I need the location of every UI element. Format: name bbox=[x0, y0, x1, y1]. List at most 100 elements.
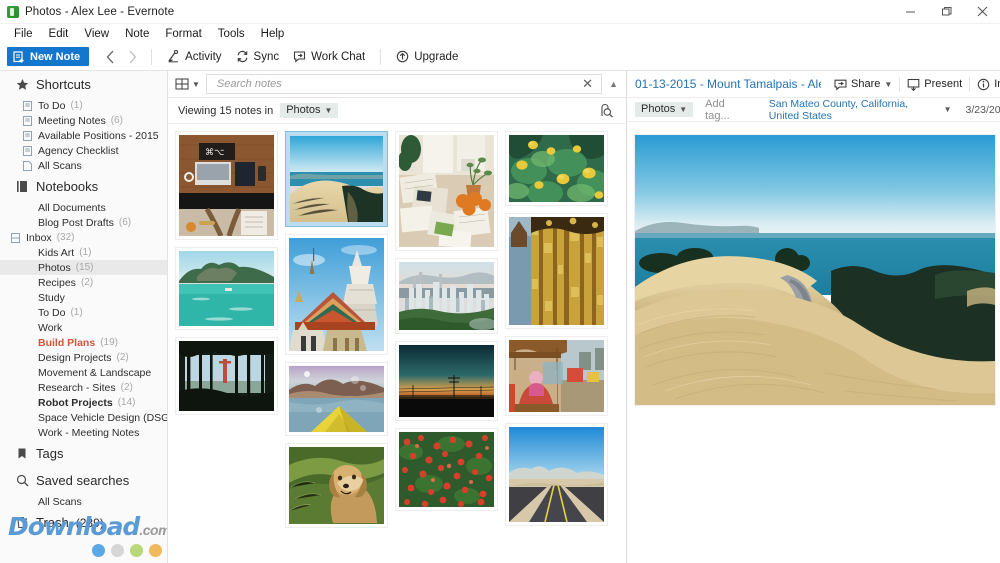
note-photo-mount-tamalpais[interactable] bbox=[635, 135, 995, 405]
sidebar-notebook-robot-projects[interactable]: Robot Projects (14) bbox=[0, 395, 167, 410]
work-chat-button[interactable]: Work Chat bbox=[286, 46, 372, 68]
new-note-label: New Note bbox=[30, 51, 80, 63]
thumbnail-grid-scroll[interactable]: ⌘⌥ bbox=[168, 124, 626, 563]
menu-help[interactable]: Help bbox=[253, 25, 293, 43]
sidebar-shortcut-label: Meeting Notes bbox=[38, 115, 106, 127]
note-thumbnail-red-flowers-field[interactable] bbox=[396, 429, 497, 510]
sidebar-notebook-design-projects[interactable]: Design Projects (2) bbox=[0, 350, 167, 365]
upgrade-button[interactable]: Upgrade bbox=[389, 46, 465, 68]
search-in-note-icon[interactable] bbox=[599, 103, 614, 118]
sidebar-shortcut-todo[interactable]: To Do (1) bbox=[0, 98, 167, 113]
sidebar-notebook-build-plans[interactable]: Build Plans (19) bbox=[0, 335, 167, 350]
sidebar-notebook-work[interactable]: Work bbox=[0, 320, 167, 335]
notebook-label: Photos bbox=[38, 262, 71, 274]
sidebar-shortcut-meeting-notes[interactable]: Meeting Notes (6) bbox=[0, 113, 167, 128]
sidebar-notebook-kids-art[interactable]: Kids Art (1) bbox=[0, 245, 167, 260]
note-thumbnail-golden-dune-ocean[interactable] bbox=[286, 132, 387, 226]
menu-file[interactable]: File bbox=[6, 25, 41, 43]
note-thumbnail-tuk-tuk-street[interactable] bbox=[506, 337, 607, 415]
share-button[interactable]: Share ▼ bbox=[827, 74, 899, 94]
note-thumbnail-desert-highway-road[interactable] bbox=[506, 424, 607, 525]
menu-tools[interactable]: Tools bbox=[210, 25, 253, 43]
forward-arrow-icon[interactable] bbox=[121, 46, 143, 68]
search-input[interactable] bbox=[215, 77, 578, 91]
chevron-down-icon: ▼ bbox=[679, 105, 687, 114]
note-list-subbar: Viewing 15 notes in Photos ▼ bbox=[168, 98, 626, 124]
sidebar-notebook-inbox[interactable]: Inbox (32) bbox=[0, 230, 167, 245]
collapse-chevron-up-icon[interactable]: ▲ bbox=[604, 79, 623, 89]
sidebar-shortcut-agency-checklist[interactable]: Agency Checklist bbox=[0, 143, 167, 158]
sidebar-header-tags[interactable]: Tags bbox=[0, 440, 167, 467]
sidebar-notebook-movement-landscape[interactable]: Movement & Landscape bbox=[0, 365, 167, 380]
note-thumbnail-desk-papers-oranges[interactable] bbox=[396, 132, 497, 250]
info-button[interactable]: Info bbox=[970, 74, 1000, 94]
note-icon bbox=[22, 116, 33, 126]
present-icon bbox=[907, 78, 920, 91]
note-notebook-chip[interactable]: Photos ▼ bbox=[635, 102, 693, 117]
notebook-filter-chip[interactable]: Photos ▼ bbox=[280, 103, 338, 118]
sidebar-notebook-research-sites[interactable]: Research - Sites (2) bbox=[0, 380, 167, 395]
menu-format[interactable]: Format bbox=[157, 25, 209, 43]
sidebar-notebook-todo[interactable]: To Do (1) bbox=[0, 305, 167, 320]
info-label: Info bbox=[994, 78, 1000, 90]
grid-view-icon[interactable]: ▼ bbox=[175, 77, 206, 91]
note-thumbnail-golden-retriever-dog[interactable] bbox=[286, 444, 387, 527]
saved-searches-label: Saved searches bbox=[36, 473, 129, 488]
restore-icon[interactable] bbox=[928, 0, 964, 23]
note-date[interactable]: 3/23/2015 ▼ bbox=[966, 104, 1000, 116]
activity-button[interactable]: Activity bbox=[160, 46, 228, 68]
clear-search-icon[interactable]: ✕ bbox=[578, 76, 597, 92]
note-thumbnail-city-skyline-hills[interactable] bbox=[396, 259, 497, 333]
note-content-area[interactable] bbox=[627, 122, 1000, 563]
note-thumbnail-golden-temple-columns[interactable] bbox=[506, 214, 607, 328]
sidebar-shortcut-count: (6) bbox=[111, 115, 123, 126]
note-thumbnail-sunset-power-lines[interactable] bbox=[396, 342, 497, 420]
viewing-count-label: Viewing 15 notes in bbox=[178, 105, 273, 117]
sidebar-header-saved-searches[interactable]: Saved searches bbox=[0, 467, 167, 494]
notebook-label: To Do bbox=[38, 307, 65, 319]
note-location[interactable]: San Mateo County, California, United Sta… bbox=[769, 98, 952, 122]
search-notes-box[interactable]: ✕ bbox=[206, 74, 602, 94]
note-thumbnail-thai-temple-roofs[interactable] bbox=[286, 235, 387, 354]
present-button[interactable]: Present bbox=[900, 74, 969, 94]
minimize-icon[interactable] bbox=[892, 0, 928, 23]
sidebar-shortcut-all-scans[interactable]: All Scans bbox=[0, 158, 167, 173]
menu-note[interactable]: Note bbox=[117, 25, 157, 43]
sidebar-header-notebooks[interactable]: Notebooks bbox=[0, 173, 167, 200]
sidebar-saved-search-all-scans[interactable]: All Scans bbox=[0, 494, 167, 509]
sidebar-notebook-all-documents[interactable]: All Documents bbox=[0, 200, 167, 215]
menu-edit[interactable]: Edit bbox=[41, 25, 77, 43]
add-tag-field[interactable]: Add tag... bbox=[705, 98, 745, 122]
note-thumbnail-yellow-tent-lake[interactable] bbox=[286, 363, 387, 435]
new-note-button[interactable]: New Note bbox=[7, 47, 89, 66]
evernote-window: Photos - Alex Lee - Evernote File Edit bbox=[0, 0, 1000, 563]
back-arrow-icon[interactable] bbox=[99, 46, 121, 68]
note-thumbnail-eucalyptus-trees-bridge[interactable] bbox=[176, 338, 277, 414]
sidebar-shortcut-available-positions[interactable]: Available Positions - 2015 bbox=[0, 128, 167, 143]
notebook-icon bbox=[15, 180, 29, 193]
note-editor-panel: 01-13-2015 - Mount Tamalpais - Ale: Shar… bbox=[627, 71, 1000, 563]
sidebar-notebook-photos[interactable]: Photos (15) bbox=[0, 260, 167, 275]
sidebar-notebook-work-meeting-notes[interactable]: Work - Meeting Notes bbox=[0, 425, 167, 440]
watermark-dot-gray bbox=[111, 544, 124, 557]
sidebar-notebook-blog-post-drafts[interactable]: Blog Post Drafts (6) bbox=[0, 215, 167, 230]
menu-view[interactable]: View bbox=[76, 25, 117, 43]
note-thumbnail-lemon-tree-citrus[interactable] bbox=[506, 132, 607, 205]
sync-button[interactable]: Sync bbox=[229, 46, 287, 68]
sidebar-notebook-space-vehicle-design[interactable]: Space Vehicle Design (DSGN 450) bbox=[0, 410, 167, 425]
notebook-count: (32) bbox=[57, 232, 75, 243]
close-icon[interactable] bbox=[964, 0, 1000, 23]
notebook-count: (19) bbox=[100, 337, 118, 348]
note-title[interactable]: 01-13-2015 - Mount Tamalpais - Ale: bbox=[635, 77, 821, 91]
share-label: Share bbox=[851, 78, 880, 90]
upgrade-icon bbox=[396, 50, 409, 63]
note-thumbnail-coastal-lagoon-cliffs[interactable] bbox=[176, 248, 277, 329]
sidebar-notebook-recipes[interactable]: Recipes (2) bbox=[0, 275, 167, 290]
sidebar-notebook-study[interactable]: Study bbox=[0, 290, 167, 305]
sidebar-header-shortcuts[interactable]: Shortcuts bbox=[0, 71, 167, 98]
tag-icon bbox=[15, 447, 29, 460]
note-thumbnail-desk-laptop-overhead[interactable]: ⌘⌥ bbox=[176, 132, 277, 239]
notebook-label: Space Vehicle Design (DSGN 450) bbox=[38, 412, 168, 424]
notebook-label: Work bbox=[38, 322, 62, 334]
notebook-filter-label: Photos bbox=[286, 104, 320, 116]
